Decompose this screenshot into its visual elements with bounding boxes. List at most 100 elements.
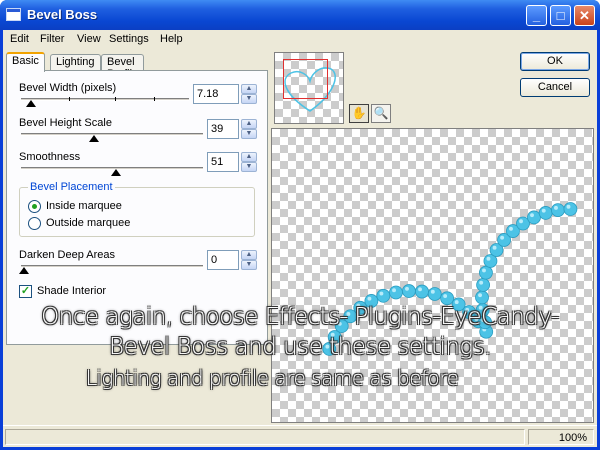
bevel-placement-title: Bevel Placement — [28, 181, 115, 193]
app-icon — [6, 8, 21, 21]
minimize-icon: _ — [532, 8, 541, 23]
darken-slider[interactable] — [21, 265, 203, 268]
spin-up-icon[interactable]: ▲ — [241, 84, 257, 94]
bead-highlight — [482, 268, 486, 273]
bevel-height-spinner[interactable]: ▲ ▼ — [241, 119, 257, 139]
bead — [376, 288, 391, 303]
maximize-icon: □ — [556, 8, 565, 23]
bead-highlight — [405, 286, 409, 291]
status-bar: 100% — [3, 425, 597, 447]
cancel-button[interactable]: Cancel — [520, 78, 590, 97]
tab-bevel-profile[interactable]: Bevel Profile — [101, 54, 145, 80]
tab-basic[interactable]: Basic — [6, 52, 45, 72]
maximize-button[interactable]: □ — [550, 5, 571, 26]
bead-highlight — [509, 226, 513, 231]
spin-up-icon[interactable]: ▲ — [241, 152, 257, 162]
bead-highlight — [443, 294, 448, 298]
darken-field[interactable] — [207, 250, 239, 270]
bead-highlight — [530, 213, 534, 218]
status-cell-main — [5, 429, 525, 445]
spin-up-icon[interactable]: ▲ — [241, 250, 257, 260]
bead — [476, 278, 491, 292]
bevel-width-slider[interactable] — [21, 98, 189, 101]
smoothness-field[interactable] — [207, 152, 239, 172]
hand-tool-icon: ✋ — [351, 106, 367, 120]
shade-interior-label[interactable]: Shade Interior — [37, 285, 106, 297]
bead-highlight — [478, 293, 483, 298]
menu-edit[interactable]: Edit — [10, 33, 29, 45]
bead-highlight — [554, 205, 558, 210]
menu-settings[interactable]: Settings — [109, 33, 149, 45]
minimize-button[interactable]: _ — [526, 5, 547, 26]
bevel-height-thumb[interactable] — [89, 135, 99, 142]
spin-down-icon[interactable]: ▼ — [241, 162, 257, 172]
bead — [475, 290, 489, 305]
bead-highlight — [492, 245, 497, 250]
bevel-width-label: Bevel Width (pixels) — [19, 82, 117, 94]
bevel-height-field[interactable] — [207, 119, 239, 139]
title-bar[interactable]: Bevel Boss _ □ ✕ — [0, 0, 600, 30]
slider-tick — [69, 97, 70, 101]
menu-help[interactable]: Help — [160, 33, 183, 45]
spin-up-icon[interactable]: ▲ — [241, 119, 257, 129]
bevel-width-thumb[interactable] — [26, 100, 36, 107]
darken-spinner[interactable]: ▲ ▼ — [241, 250, 257, 270]
shade-interior-checkbox[interactable]: ✓ — [19, 285, 32, 298]
bead — [415, 284, 429, 299]
menu-bar: Edit Filter View Settings Help — [3, 30, 597, 49]
bead — [538, 206, 553, 220]
inside-marquee-radio[interactable] — [28, 200, 41, 213]
bead — [427, 287, 442, 301]
darken-deep-areas-label: Darken Deep Areas — [19, 249, 115, 261]
bevel-width-spinner[interactable]: ▲ ▼ — [241, 84, 257, 104]
window-title: Bevel Boss — [27, 7, 98, 22]
close-button[interactable]: ✕ — [574, 5, 595, 26]
bead-highlight — [418, 287, 422, 292]
bead — [389, 285, 403, 300]
bead-highlight — [430, 289, 435, 294]
menu-view[interactable]: View — [77, 33, 101, 45]
zoom-tool-button[interactable]: 🔍 — [371, 104, 391, 123]
bead-highlight — [379, 291, 384, 296]
bead-highlight — [486, 256, 491, 261]
bead — [563, 202, 578, 216]
bead — [551, 203, 565, 218]
outside-marquee-label[interactable]: Outside marquee — [46, 217, 130, 229]
tutorial-caption-line2: Bevel Boss and use these settings. — [108, 334, 492, 360]
zoom-tool-icon: 🔍 — [373, 106, 389, 120]
slider-tick — [154, 97, 155, 101]
smoothness-label: Smoothness — [19, 151, 81, 163]
bevel-width-field[interactable] — [193, 84, 239, 104]
smoothness-thumb[interactable] — [111, 169, 121, 176]
bead — [440, 291, 454, 306]
inside-marquee-label[interactable]: Inside marquee — [46, 200, 122, 212]
bead — [402, 284, 416, 298]
bevel-height-slider[interactable] — [21, 133, 203, 136]
darken-thumb[interactable] — [19, 267, 29, 274]
close-icon: ✕ — [579, 8, 590, 23]
navigator-preview[interactable] — [274, 52, 344, 124]
navigator-viewport-rect[interactable] — [283, 59, 328, 99]
menu-filter[interactable]: Filter — [40, 33, 64, 45]
bead-highlight — [541, 208, 546, 213]
bead-highlight — [367, 296, 372, 301]
hand-tool-button[interactable]: ✋ — [349, 104, 369, 123]
bead-highlight — [519, 219, 523, 224]
tab-lighting[interactable]: Lighting — [50, 54, 101, 71]
spin-down-icon[interactable]: ▼ — [241, 129, 257, 139]
bead-highlight — [479, 280, 484, 285]
bevel-height-label: Bevel Height Scale — [19, 117, 112, 129]
spin-down-icon[interactable]: ▼ — [241, 94, 257, 104]
zoom-level: 100% — [558, 432, 587, 444]
tutorial-caption-line1: Once again, choose Effects- Plugins-EyeC… — [41, 304, 559, 330]
bead — [479, 265, 493, 280]
ok-button[interactable]: OK — [520, 52, 590, 71]
bead — [527, 210, 541, 225]
bead-highlight — [566, 204, 571, 209]
slider-tick — [115, 97, 116, 101]
tutorial-caption-line3: Lighting and profile are same as before — [85, 366, 459, 390]
outside-marquee-radio[interactable] — [28, 217, 41, 230]
smoothness-spinner[interactable]: ▲ ▼ — [241, 152, 257, 172]
spin-down-icon[interactable]: ▼ — [241, 260, 257, 270]
bevel-placement-group: Bevel Placement Inside marquee Outside m… — [19, 181, 255, 237]
